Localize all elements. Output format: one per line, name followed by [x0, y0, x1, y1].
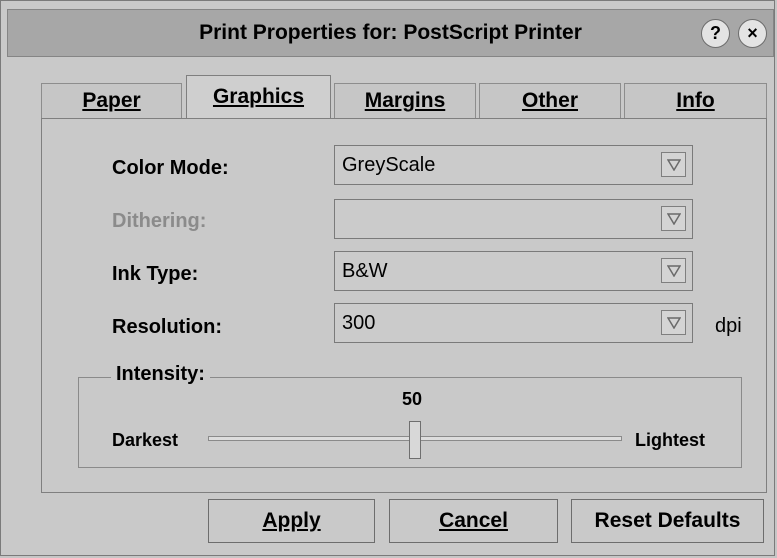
close-icon: ×: [747, 23, 758, 43]
close-button[interactable]: ×: [738, 19, 767, 48]
intensity-slider-thumb[interactable]: [409, 421, 421, 459]
graphics-tab-panel: Color Mode: GreyScale Dithering: Ink Typ…: [41, 118, 767, 493]
tab-label-info: Info: [676, 89, 715, 112]
cancel-button-label: Cancel: [439, 509, 508, 532]
color-mode-label: Color Mode:: [112, 157, 229, 179]
ink-type-select[interactable]: B&W: [334, 251, 693, 291]
reset-defaults-button[interactable]: Reset Defaults: [571, 499, 764, 543]
tab-margins[interactable]: Margins: [334, 83, 476, 119]
tab-paper[interactable]: Paper: [41, 83, 182, 119]
apply-button[interactable]: Apply: [208, 499, 375, 543]
triangle-down-icon: [667, 159, 681, 171]
window-title: Print Properties for: PostScript Printer: [199, 21, 582, 44]
dialog-button-bar: Apply Cancel Reset Defaults: [1, 493, 776, 557]
title-bar[interactable]: Print Properties for: PostScript Printer…: [7, 9, 774, 57]
intensity-value: 50: [402, 389, 423, 409]
resolution-value: 300: [342, 312, 376, 334]
reset-defaults-button-label: Reset Defaults: [594, 509, 741, 532]
help-button[interactable]: ?: [701, 19, 730, 48]
dithering-select: [334, 199, 693, 239]
cancel-button[interactable]: Cancel: [389, 499, 558, 543]
ink-type-label: Ink Type:: [112, 263, 199, 285]
color-mode-dropdown-button[interactable]: [661, 152, 686, 177]
ink-type-dropdown-button[interactable]: [661, 258, 686, 283]
apply-button-label: Apply: [262, 509, 321, 532]
tab-info[interactable]: Info: [624, 83, 767, 119]
print-properties-dialog: Print Properties for: PostScript Printer…: [0, 0, 775, 556]
lightest-label: Lightest: [635, 430, 705, 450]
triangle-down-icon: [667, 317, 681, 329]
resolution-dropdown-button[interactable]: [661, 310, 686, 335]
resolution-unit: dpi: [715, 315, 742, 337]
intensity-label: Intensity:: [111, 363, 210, 386]
question-mark-icon: ?: [710, 23, 721, 43]
resolution-select[interactable]: 300: [334, 303, 693, 343]
tab-bar: Paper Graphics Margins Other Info: [41, 75, 767, 119]
tab-label-margins: Margins: [364, 89, 446, 112]
tab-label-other: Other: [521, 89, 578, 112]
triangle-down-icon: [667, 213, 681, 225]
ink-type-value: B&W: [342, 260, 388, 282]
dithering-label: Dithering:: [112, 210, 207, 232]
color-mode-value: GreyScale: [342, 154, 436, 176]
darkest-label: Darkest: [112, 430, 179, 450]
color-mode-select[interactable]: GreyScale: [334, 145, 693, 185]
tab-label-graphics: Graphics: [212, 85, 305, 108]
dithering-dropdown-button: [661, 206, 686, 231]
tab-label-paper: Paper: [82, 89, 141, 112]
tab-other[interactable]: Other: [479, 83, 621, 119]
tab-graphics[interactable]: Graphics: [186, 75, 331, 119]
resolution-label: Resolution:: [112, 316, 222, 338]
triangle-down-icon: [667, 265, 681, 277]
